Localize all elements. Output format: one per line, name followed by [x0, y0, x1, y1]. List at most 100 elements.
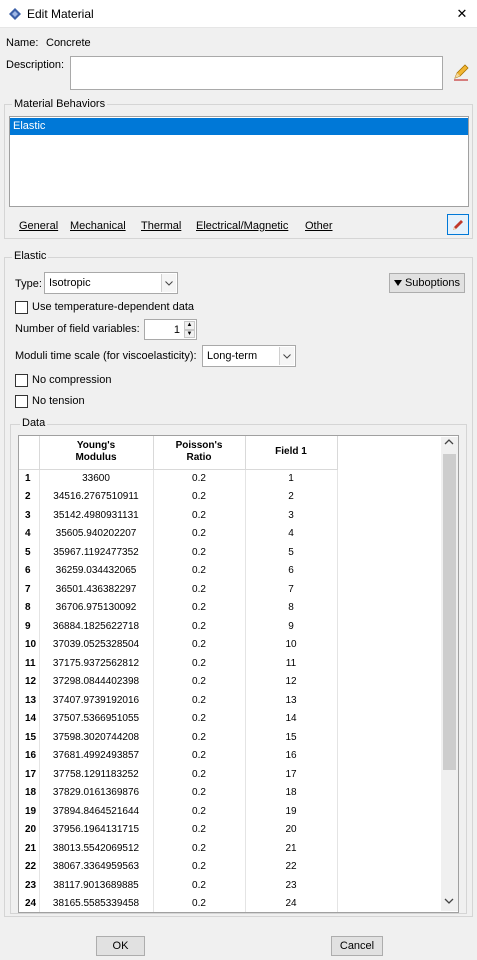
field-1-cell[interactable]: 17	[245, 765, 338, 784]
youngs-modulus-cell[interactable]: 36706.975130092	[39, 598, 154, 617]
table-row[interactable]: 1 33600 0.2 1	[19, 469, 338, 488]
youngs-modulus-cell[interactable]: 37829.0161369876	[39, 783, 154, 802]
poissons-ratio-cell[interactable]: 0.2	[153, 709, 246, 728]
field-1-cell[interactable]: 3	[245, 506, 338, 525]
field-1-cell[interactable]: 9	[245, 617, 338, 636]
youngs-modulus-cell[interactable]: 38067.3364959563	[39, 857, 154, 876]
poissons-ratio-cell[interactable]: 0.2	[153, 857, 246, 876]
poissons-ratio-cell[interactable]: 0.2	[153, 469, 246, 488]
field-1-cell[interactable]: 22	[245, 857, 338, 876]
poissons-ratio-cell[interactable]: 0.2	[153, 506, 246, 525]
field-1-cell[interactable]: 1	[245, 469, 338, 488]
behavior-item-elastic[interactable]: Elastic	[10, 118, 468, 135]
field-1-cell[interactable]: 24	[245, 894, 338, 912]
youngs-modulus-cell[interactable]: 34516.2767510911	[39, 487, 154, 506]
poissons-ratio-cell[interactable]: 0.2	[153, 543, 246, 562]
table-row[interactable]: 12 37298.0844402398 0.2 12	[19, 672, 338, 691]
youngs-modulus-cell[interactable]: 35142.4980931131	[39, 506, 154, 525]
spin-buttons[interactable]: ▲ ▼	[184, 321, 195, 338]
menu-general[interactable]: General	[19, 220, 58, 232]
table-row[interactable]: 8 36706.975130092 0.2 8	[19, 598, 338, 617]
youngs-modulus-cell[interactable]: 38117.9013689885	[39, 876, 154, 895]
menu-mechanical[interactable]: Mechanical	[70, 220, 126, 232]
menu-electrical-magnetic[interactable]: Electrical/Magnetic	[196, 220, 288, 232]
field-1-cell[interactable]: 19	[245, 802, 338, 821]
spin-down-icon[interactable]: ▼	[184, 329, 195, 338]
table-row[interactable]: 19 37894.8464521644 0.2 19	[19, 802, 338, 821]
field-variables-spinbox[interactable]: 1 ▲ ▼	[144, 319, 197, 340]
table-row[interactable]: 9 36884.1825622718 0.2 9	[19, 617, 338, 636]
scroll-down-icon[interactable]	[443, 897, 455, 907]
column-header-field-1[interactable]: Field 1	[245, 436, 338, 470]
table-row[interactable]: 18 37829.0161369876 0.2 18	[19, 783, 338, 802]
youngs-modulus-cell[interactable]: 37894.8464521644	[39, 802, 154, 821]
field-1-cell[interactable]: 15	[245, 728, 338, 747]
table-row[interactable]: 22 38067.3364959563 0.2 22	[19, 857, 338, 876]
spin-up-icon[interactable]: ▲	[184, 321, 195, 330]
youngs-modulus-cell[interactable]: 37681.4992493857	[39, 746, 154, 765]
field-1-cell[interactable]: 8	[245, 598, 338, 617]
table-row[interactable]: 17 37758.1291183252 0.2 17	[19, 765, 338, 784]
poissons-ratio-cell[interactable]: 0.2	[153, 783, 246, 802]
field-1-cell[interactable]: 11	[245, 654, 338, 673]
poissons-ratio-cell[interactable]: 0.2	[153, 672, 246, 691]
field-1-cell[interactable]: 14	[245, 709, 338, 728]
table-row[interactable]: 15 37598.3020744208 0.2 15	[19, 728, 338, 747]
table-row[interactable]: 5 35967.1192477352 0.2 5	[19, 543, 338, 562]
field-1-cell[interactable]: 6	[245, 561, 338, 580]
table-row[interactable]: 20 37956.1964131715 0.2 20	[19, 820, 338, 839]
youngs-modulus-cell[interactable]: 35967.1192477352	[39, 543, 154, 562]
youngs-modulus-cell[interactable]: 37407.9739192016	[39, 691, 154, 710]
poissons-ratio-cell[interactable]: 0.2	[153, 876, 246, 895]
poissons-ratio-cell[interactable]: 0.2	[153, 635, 246, 654]
poissons-ratio-cell[interactable]: 0.2	[153, 524, 246, 543]
poissons-ratio-cell[interactable]: 0.2	[153, 802, 246, 821]
no-compression-checkbox[interactable]	[15, 374, 28, 387]
field-1-cell[interactable]: 5	[245, 543, 338, 562]
poissons-ratio-cell[interactable]: 0.2	[153, 691, 246, 710]
table-row[interactable]: 24 38165.5585339458 0.2 24	[19, 894, 338, 912]
table-row[interactable]: 21 38013.5542069512 0.2 21	[19, 839, 338, 858]
field-1-cell[interactable]: 10	[245, 635, 338, 654]
column-header-poissons-ratio[interactable]: Poisson's Ratio	[153, 436, 246, 470]
menu-thermal[interactable]: Thermal	[141, 220, 181, 232]
field-1-cell[interactable]: 23	[245, 876, 338, 895]
table-row[interactable]: 13 37407.9739192016 0.2 13	[19, 691, 338, 710]
poissons-ratio-cell[interactable]: 0.2	[153, 598, 246, 617]
youngs-modulus-cell[interactable]: 33600	[39, 469, 154, 488]
youngs-modulus-cell[interactable]: 38165.5585339458	[39, 894, 154, 912]
suboptions-button[interactable]: Suboptions	[389, 273, 465, 293]
youngs-modulus-cell[interactable]: 37956.1964131715	[39, 820, 154, 839]
description-field[interactable]	[70, 56, 443, 90]
youngs-modulus-cell[interactable]: 37598.3020744208	[39, 728, 154, 747]
poissons-ratio-cell[interactable]: 0.2	[153, 839, 246, 858]
field-1-cell[interactable]: 7	[245, 580, 338, 599]
youngs-modulus-cell[interactable]: 37298.0844402398	[39, 672, 154, 691]
youngs-modulus-cell[interactable]: 35605.940202207	[39, 524, 154, 543]
table-row[interactable]: 6 36259.034432065 0.2 6	[19, 561, 338, 580]
poissons-ratio-cell[interactable]: 0.2	[153, 765, 246, 784]
poissons-ratio-cell[interactable]: 0.2	[153, 820, 246, 839]
close-button[interactable]: ✕	[450, 3, 474, 25]
field-1-cell[interactable]: 4	[245, 524, 338, 543]
field-1-cell[interactable]: 12	[245, 672, 338, 691]
table-row[interactable]: 4 35605.940202207 0.2 4	[19, 524, 338, 543]
column-header-youngs-modulus[interactable]: Young's Modulus	[39, 436, 154, 470]
youngs-modulus-cell[interactable]: 36884.1825622718	[39, 617, 154, 636]
table-row[interactable]: 2 34516.2767510911 0.2 2	[19, 487, 338, 506]
poissons-ratio-cell[interactable]: 0.2	[153, 487, 246, 506]
table-row[interactable]: 11 37175.9372562812 0.2 11	[19, 654, 338, 673]
field-1-cell[interactable]: 13	[245, 691, 338, 710]
pencil-icon[interactable]	[451, 62, 471, 82]
no-tension-checkbox[interactable]	[15, 395, 28, 408]
field-1-cell[interactable]: 20	[245, 820, 338, 839]
temp-dependent-checkbox[interactable]	[15, 301, 28, 314]
field-1-cell[interactable]: 21	[245, 839, 338, 858]
youngs-modulus-cell[interactable]: 36501.436382297	[39, 580, 154, 599]
youngs-modulus-cell[interactable]: 37039.0525328504	[39, 635, 154, 654]
youngs-modulus-cell[interactable]: 37758.1291183252	[39, 765, 154, 784]
edit-behavior-button[interactable]	[447, 214, 469, 235]
table-row[interactable]: 10 37039.0525328504 0.2 10	[19, 635, 338, 654]
poissons-ratio-cell[interactable]: 0.2	[153, 617, 246, 636]
table-row[interactable]: 14 37507.5366951055 0.2 14	[19, 709, 338, 728]
